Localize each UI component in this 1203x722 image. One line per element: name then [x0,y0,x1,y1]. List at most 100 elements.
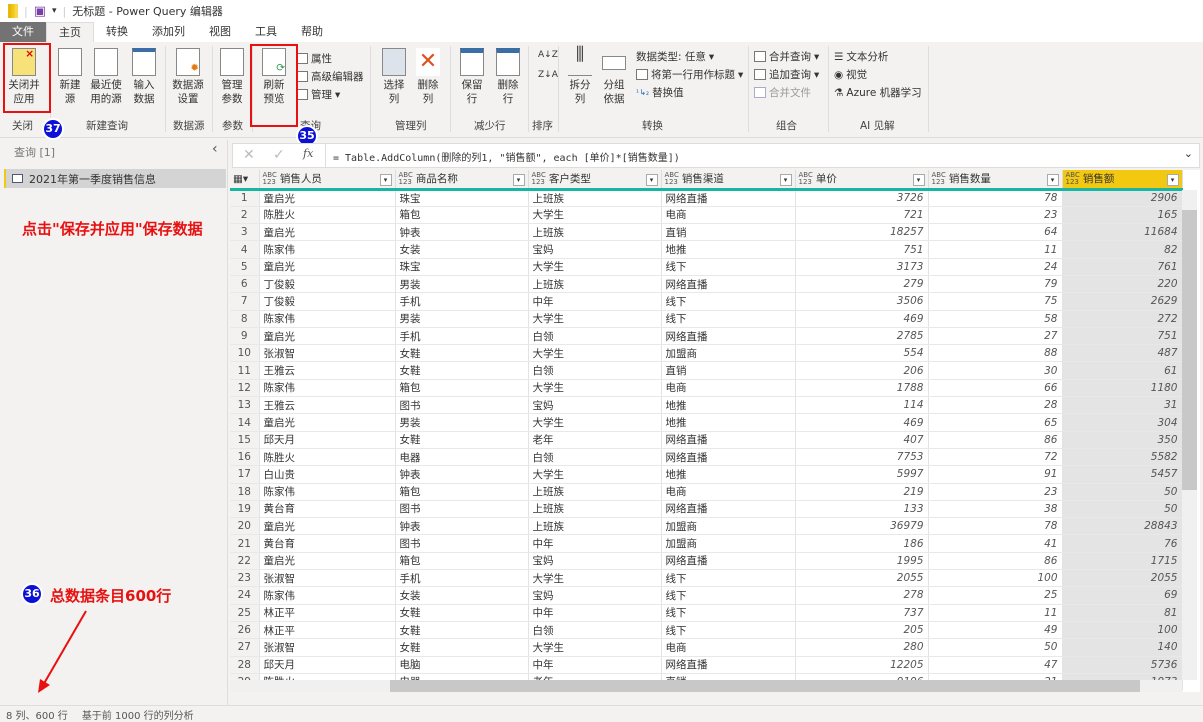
table-cell[interactable]: 36979 [795,517,929,536]
table-cell[interactable]: 网络直播 [661,500,796,519]
column-header[interactable]: ABC 123 单价 ▾ [795,170,929,191]
table-cell[interactable]: 电商 [661,483,796,501]
row-number[interactable]: 22 [230,552,260,571]
tab-view[interactable]: 视图 [197,22,243,42]
table-cell[interactable]: 3726 [795,189,929,207]
table-cell[interactable]: 网络直播 [661,552,796,571]
table-cell[interactable]: 72 [928,448,1063,467]
tab-transform[interactable]: 转换 [94,22,140,42]
table-cell[interactable]: 宝妈 [528,552,662,571]
table-cell[interactable]: 地推 [661,465,796,484]
table-cell[interactable]: 86 [928,431,1063,449]
table-cell[interactable]: 49 [928,621,1063,640]
table-cell[interactable]: 箱包 [395,379,529,398]
row-number[interactable]: 16 [230,448,260,467]
table-cell[interactable]: 65 [928,413,1063,432]
table-cell[interactable]: 直销 [661,223,796,242]
table-cell[interactable]: 邱天月 [259,431,396,449]
table-cell[interactable]: 88 [928,344,1063,363]
table-cell[interactable]: 5997 [795,465,929,484]
table-cell[interactable]: 上班族 [528,500,662,519]
table-cell[interactable]: 线下 [661,310,796,328]
table-cell[interactable]: 童启光 [259,189,396,207]
table-cell[interactable]: 电商 [661,638,796,657]
query-item[interactable]: 2021年第一季度销售信息 [4,169,226,188]
table-cell[interactable]: 童启光 [259,223,396,242]
table-cell[interactable]: 钟表 [395,223,529,242]
table-cell[interactable]: 电商 [661,379,796,398]
table-cell[interactable]: 219 [795,483,929,501]
table-cell[interactable]: 279 [795,275,929,294]
table-cell[interactable]: 28 [928,396,1063,415]
table-cell[interactable]: 地推 [661,240,796,259]
table-cell[interactable]: 电商 [661,206,796,225]
table-cell[interactable]: 280 [795,638,929,657]
table-cell[interactable]: 100 [1062,621,1183,640]
table-cell[interactable]: 林正平 [259,621,396,640]
table-cell[interactable]: 黄台育 [259,500,396,519]
table-cell[interactable]: 469 [795,413,929,432]
table-cell[interactable]: 陈家伟 [259,310,396,328]
recent-sources-button[interactable]: 最近使 用的源 [86,48,126,106]
properties-button[interactable]: 属性 [296,50,332,67]
table-cell[interactable]: 女鞋 [395,638,529,657]
table-cell[interactable]: 761 [1062,258,1183,276]
new-source-button[interactable]: 新建 源 [50,48,90,106]
column-header[interactable]: ABC 123 销售额 ▾ [1062,170,1183,191]
table-cell[interactable]: 5457 [1062,465,1183,484]
row-number[interactable]: 7 [230,292,260,311]
table-cell[interactable]: 140 [1062,638,1183,657]
table-cell[interactable]: 133 [795,500,929,519]
row-number[interactable]: 19 [230,500,260,519]
table-cell[interactable]: 114 [795,396,929,415]
table-cell[interactable]: 82 [1062,240,1183,259]
table-cell[interactable]: 童启光 [259,552,396,571]
table-cell[interactable]: 18257 [795,223,929,242]
table-cell[interactable]: 线下 [661,292,796,311]
column-header[interactable]: ABC 123 销售人员 ▾ [259,170,396,191]
row-number[interactable]: 10 [230,344,260,363]
table-cell[interactable]: 大学生 [528,344,662,363]
table-cell[interactable]: 大学生 [528,569,662,588]
formula-input[interactable]: = Table.AddColumn(删除的列1, "销售额", each [单价… [333,149,680,164]
table-cell[interactable]: 69 [1062,586,1183,605]
table-cell[interactable]: 张淑智 [259,344,396,363]
filter-dropdown-icon[interactable]: ▾ [779,174,792,186]
table-cell[interactable]: 女鞋 [395,431,529,449]
table-cell[interactable]: 童启光 [259,258,396,276]
table-cell[interactable]: 2055 [795,569,929,588]
manage-parameters-button[interactable]: 管理 参数 [212,48,252,106]
table-cell[interactable]: 469 [795,310,929,328]
table-cell[interactable]: 加盟商 [661,344,796,363]
table-cell[interactable]: 220 [1062,275,1183,294]
row-number[interactable]: 25 [230,604,260,622]
table-cell[interactable]: 1995 [795,552,929,571]
table-cell[interactable]: 7753 [795,448,929,467]
table-cell[interactable]: 76 [1062,534,1183,553]
table-cell[interactable]: 78 [928,189,1063,207]
row-number[interactable]: 24 [230,586,260,605]
table-cell[interactable]: 100 [928,569,1063,588]
table-cell[interactable]: 50 [1062,483,1183,501]
table-cell[interactable]: 751 [1062,327,1183,346]
table-cell[interactable]: 童启光 [259,327,396,346]
sort-descending-icon[interactable]: Z↓A [538,70,558,80]
table-cell[interactable]: 手机 [395,327,529,346]
table-cell[interactable]: 31 [1062,396,1183,415]
fx-icon[interactable]: fx [303,147,313,160]
filter-dropdown-icon[interactable]: ▾ [1046,174,1059,186]
table-cell[interactable]: 陈家伟 [259,586,396,605]
row-number[interactable]: 6 [230,275,260,294]
tab-add-column[interactable]: 添加列 [140,22,197,42]
table-cell[interactable]: 272 [1062,310,1183,328]
table-cell[interactable]: 钟表 [395,517,529,536]
table-cell[interactable]: 直销 [661,361,796,380]
table-cell[interactable]: 206 [795,361,929,380]
row-number[interactable]: 20 [230,517,260,536]
merge-queries-button[interactable]: 合并查询 ▾ [754,48,819,65]
table-cell[interactable]: 图书 [395,500,529,519]
table-cell[interactable]: 老年 [528,431,662,449]
table-cell[interactable]: 王雅云 [259,361,396,380]
table-cell[interactable]: 1788 [795,379,929,398]
table-cell[interactable]: 11684 [1062,223,1183,242]
